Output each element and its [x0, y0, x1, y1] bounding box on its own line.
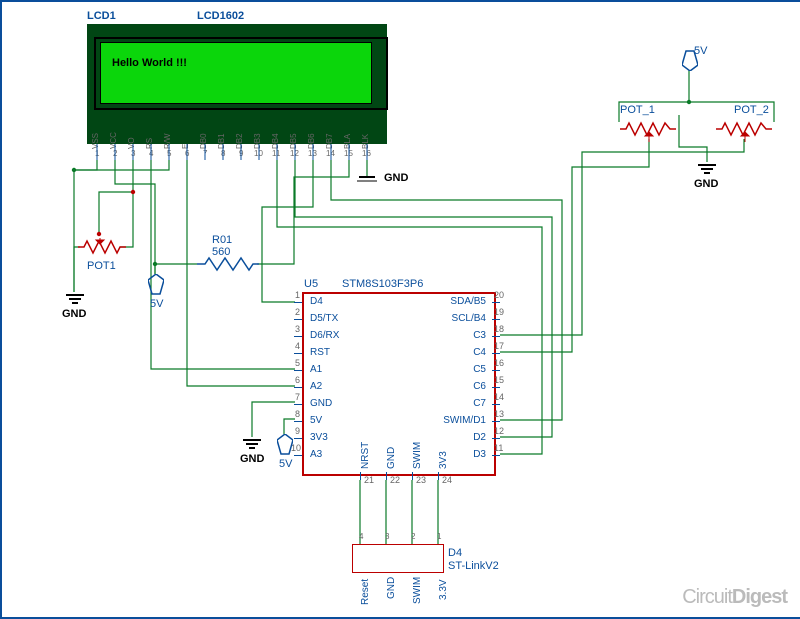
mcu-refdes: U5 [304, 278, 318, 290]
conn-refdes: D4 [448, 547, 462, 559]
v5-label-1: 5V [150, 298, 163, 310]
watermark: CircuitDigest [682, 586, 787, 609]
v5-pots-label: 5V [694, 45, 707, 57]
pot-adc1-ref: POT_1 [620, 104, 655, 116]
gnd-symbol [66, 294, 84, 306]
schematic-canvas: Hello World !!! LCD1 LCD1602 VSS VCC VO … [0, 0, 800, 619]
resistor-r01 [197, 256, 259, 272]
r01-value: 560 [212, 246, 230, 258]
pot-adc2 [716, 120, 772, 144]
vtag-lcd [148, 274, 164, 296]
r01-refdes: R01 [212, 234, 232, 246]
gnd-mcu-label: GND [240, 453, 264, 465]
conn-part: ST-LinkV2 [448, 560, 499, 572]
v5-mcu-label: 5V [279, 458, 292, 470]
vtag-mcu [277, 434, 293, 456]
gnd-label-lcd: GND [384, 172, 408, 184]
mcu-part: STM8S103F3P6 [342, 278, 423, 290]
gnd-mcu [243, 439, 261, 451]
gnd-cap-symbol [357, 170, 383, 190]
stlink-connector [352, 544, 444, 573]
gnd-pots [698, 164, 716, 176]
pot-adc1 [620, 120, 676, 144]
gnd-pots-label: GND [694, 178, 718, 190]
pot1-refdes: POT1 [87, 260, 116, 272]
pot-adc2-ref: POT_2 [734, 104, 769, 116]
pot-contrast [78, 238, 126, 262]
gnd-label: GND [62, 308, 86, 320]
